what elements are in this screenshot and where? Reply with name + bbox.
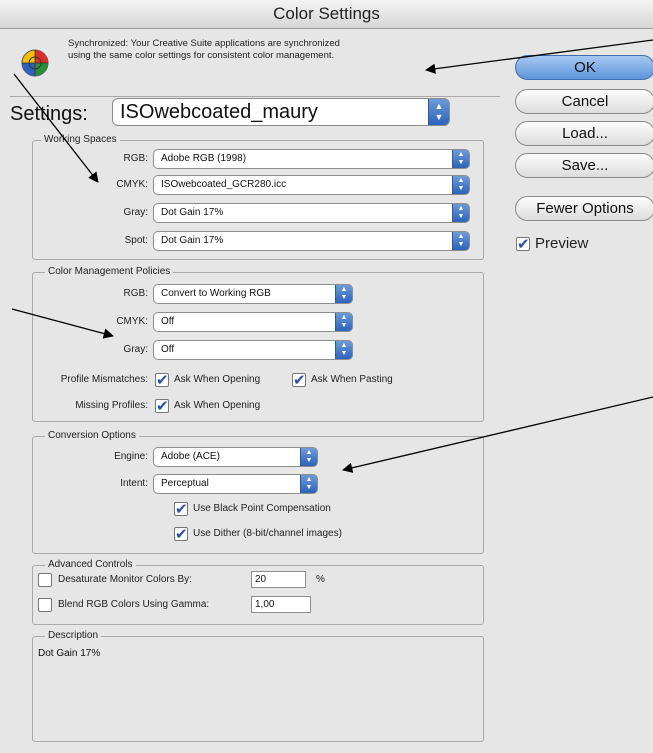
profile-mismatches-label: Profile Mismatches: — [60, 374, 148, 385]
advanced-title: Advanced Controls — [45, 558, 136, 572]
policy-cmyk-label: CMYK: — [116, 316, 148, 327]
window-title-bar: Color Settings — [0, 0, 653, 29]
policies-title: Color Management Policies — [45, 265, 174, 279]
popup-arrows-icon: ▲ ▼ — [452, 176, 469, 194]
ws-cmyk-popup[interactable]: ISOwebcoated_GCR280.icc ▲ ▼ — [153, 175, 470, 195]
ws-gray-popup[interactable]: Dot Gain 17% ▲ ▼ — [153, 203, 470, 223]
intent-value: Perceptual — [161, 478, 209, 489]
ws-rgb-popup[interactable]: Adobe RGB (1998) ▲ ▼ — [153, 149, 470, 169]
popup-arrows-icon: ▲ ▼ — [335, 341, 352, 359]
policy-gray-value: Off — [161, 344, 175, 355]
policy-rgb-label: RGB: — [123, 288, 148, 299]
ws-spot-label: Spot: — [124, 235, 148, 246]
ws-spot-popup[interactable]: Dot Gain 17% ▲ ▼ — [153, 231, 470, 251]
ws-gray-value: Dot Gain 17% — [161, 207, 224, 218]
ask-when-pasting-checkbox[interactable] — [292, 371, 306, 389]
missing-ask-opening-label: Ask When Opening — [174, 400, 261, 411]
blend-gamma-label: Blend RGB Colors Using Gamma: — [58, 599, 210, 610]
popup-arrows-icon: ▲ ▼ — [452, 204, 469, 222]
preview-label: Preview — [535, 235, 589, 252]
intent-popup[interactable]: Perceptual ▲ ▼ — [153, 474, 318, 494]
color-sync-icon — [21, 49, 49, 77]
policy-rgb-value: Convert to Working RGB — [161, 288, 271, 299]
policy-gray-label: Gray: — [123, 344, 148, 355]
popup-arrows-icon: ▲ ▼ — [452, 232, 469, 250]
ws-rgb-value: Adobe RGB (1998) — [161, 153, 247, 164]
policy-cmyk-value: Off — [161, 316, 175, 327]
blend-gamma-input[interactable]: 1,00 — [251, 596, 311, 613]
popup-arrows-icon: ▲ ▼ — [300, 448, 317, 466]
popup-arrows-icon: ▲ ▼ — [335, 285, 352, 303]
fewer-options-button[interactable]: Fewer Options — [515, 196, 653, 221]
ask-when-opening-checkbox[interactable] — [155, 371, 169, 389]
policy-gray-popup[interactable]: Off ▲ ▼ — [153, 340, 353, 360]
engine-label: Engine: — [114, 451, 148, 462]
popup-arrows-icon: ▲ ▼ — [335, 313, 352, 331]
cancel-button[interactable]: Cancel — [515, 89, 653, 114]
ws-spot-value: Dot Gain 17% — [161, 235, 224, 246]
ws-cmyk-value: ISOwebcoated_GCR280.icc — [161, 179, 287, 190]
ask-when-pasting-label: Ask When Pasting — [311, 374, 393, 385]
desaturate-input[interactable]: 20 — [251, 571, 306, 588]
window-title: Color Settings — [273, 4, 380, 23]
popup-arrows-icon: ▲ ▼ — [428, 99, 449, 125]
engine-value: Adobe (ACE) — [161, 451, 220, 462]
ok-button[interactable]: OK — [515, 55, 653, 80]
sync-line-2: using the same color settings for consis… — [68, 50, 335, 61]
settings-popup-value: ISOwebcoated_maury — [120, 101, 318, 123]
intent-label: Intent: — [120, 478, 148, 489]
missing-profiles-label: Missing Profiles: — [75, 400, 148, 411]
policy-rgb-popup[interactable]: Convert to Working RGB ▲ ▼ — [153, 284, 353, 304]
ask-when-opening-label: Ask When Opening — [174, 374, 261, 385]
engine-popup[interactable]: Adobe (ACE) ▲ ▼ — [153, 447, 318, 467]
sync-message: Synchronized: Your Creative Suite applic… — [68, 38, 340, 62]
popup-arrows-icon: ▲ ▼ — [300, 475, 317, 493]
popup-arrows-icon: ▲ ▼ — [452, 150, 469, 168]
settings-label: Settings: — [2, 100, 92, 128]
settings-popup[interactable]: ISOwebcoated_maury ▲ ▼ — [112, 98, 450, 126]
save-button[interactable]: Save... — [515, 153, 653, 178]
policy-cmyk-popup[interactable]: Off ▲ ▼ — [153, 312, 353, 332]
use-dither-label: Use Dither (8-bit/channel images) — [193, 528, 342, 539]
sync-line-1: Synchronized: Your Creative Suite applic… — [68, 38, 340, 49]
ws-cmyk-label: CMYK: — [116, 179, 148, 190]
description-text: Dot Gain 17% — [38, 648, 101, 659]
use-dither-checkbox[interactable] — [174, 525, 188, 543]
preview-checkbox[interactable] — [516, 235, 530, 253]
black-point-checkbox[interactable] — [174, 500, 188, 518]
black-point-label: Use Black Point Compensation — [193, 503, 331, 514]
description-title: Description — [45, 629, 102, 643]
conversion-title: Conversion Options — [45, 429, 139, 443]
desaturate-unit: % — [316, 574, 325, 585]
desaturate-label: Desaturate Monitor Colors By: — [58, 574, 192, 585]
working-spaces-title: Working Spaces — [41, 133, 120, 147]
blend-gamma-checkbox[interactable] — [38, 598, 52, 612]
ws-rgb-label: RGB: — [123, 153, 148, 164]
settings-divider — [10, 96, 500, 97]
desaturate-checkbox[interactable] — [38, 573, 52, 587]
missing-ask-opening-checkbox[interactable] — [155, 397, 169, 415]
ws-gray-label: Gray: — [123, 207, 148, 218]
load-button[interactable]: Load... — [515, 121, 653, 146]
